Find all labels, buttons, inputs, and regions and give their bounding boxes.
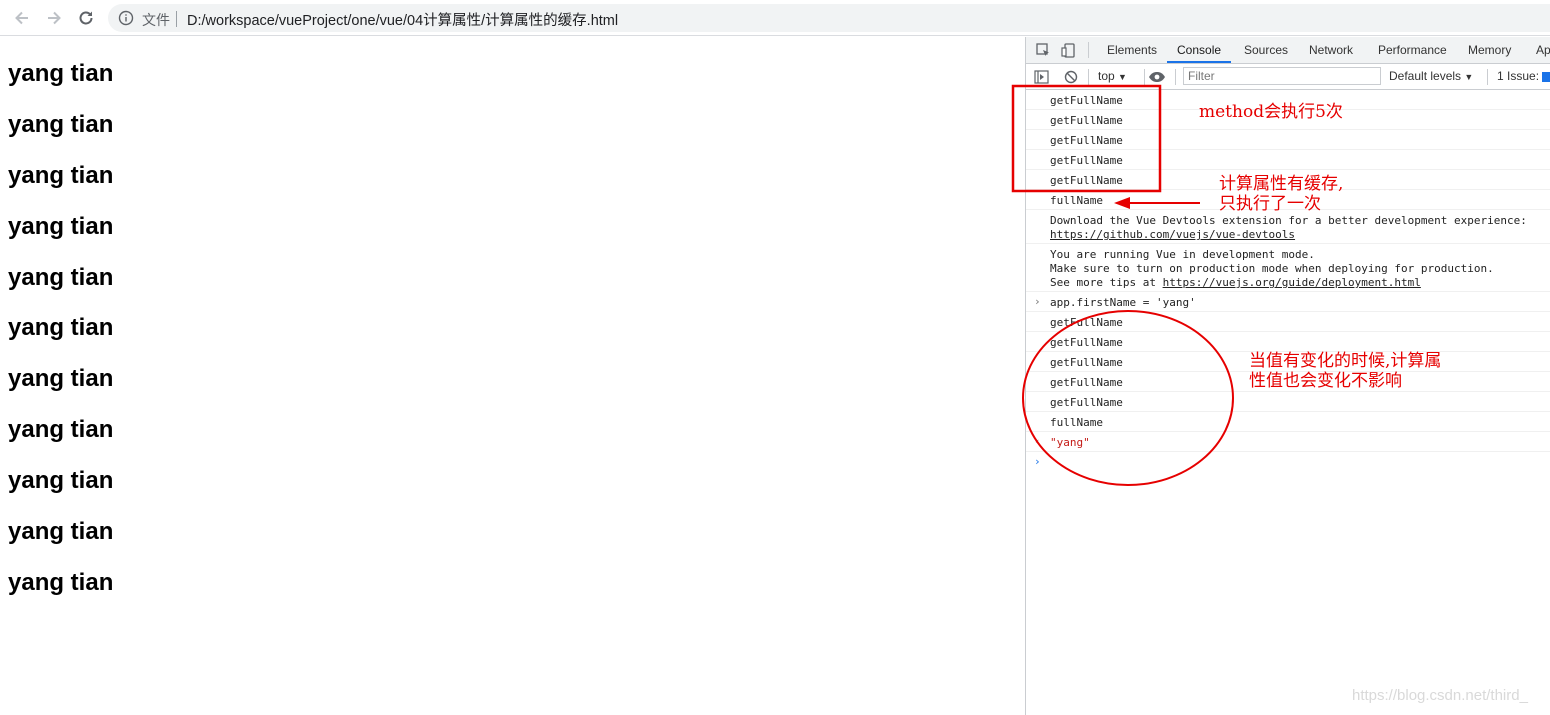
method-annotation: method会执行5次 [1199,102,1343,122]
log-text: getFullName [1050,316,1123,329]
name-heading: yang tian [8,518,114,545]
deployment-link[interactable]: https://vuejs.org/guide/deployment.html [1163,276,1421,289]
log-text: getFullName [1050,396,1123,409]
tab-memory[interactable]: Memory [1468,37,1511,63]
console-log-row: fullName [1026,412,1550,432]
context-selector[interactable]: top ▼ [1098,69,1127,83]
dev-mode-message: See more tips at [1050,276,1163,289]
log-text: getFullName [1050,356,1123,369]
sidebar-toggle-icon[interactable] [1034,70,1049,84]
name-heading: yang tian [8,111,114,138]
devtools-tab-bar: Elements Console Sources Network Perform… [1026,37,1550,64]
computed-annotation: 计算属性有缓存, 只执行了一次 [1219,174,1343,214]
info-icon[interactable] [118,10,134,26]
tab-performance[interactable]: Performance [1378,37,1447,63]
inspect-element-icon[interactable] [1036,43,1051,58]
log-text: getFullName [1050,376,1123,389]
dropdown-triangle-icon: ▼ [1464,72,1474,82]
console-log-row: getFullName [1026,150,1550,170]
filter-input[interactable] [1183,67,1381,85]
toolbar-divider [1088,69,1089,85]
input-command: app.firstName = 'yang' [1050,296,1196,309]
log-levels-label: Default levels [1389,69,1462,83]
console-info-row: You are running Vue in development mode.… [1026,244,1550,292]
name-heading: yang tian [8,467,114,494]
address-divider [176,11,177,27]
issues-label: 1 Issue: [1497,69,1540,83]
back-button[interactable] [11,7,33,29]
tab-application[interactable]: Ap [1536,37,1550,63]
dropdown-triangle-icon: ▼ [1118,72,1127,82]
dev-mode-message: You are running Vue in development mode. [1050,248,1315,261]
devtools-message: Download the Vue Devtools extension for … [1050,214,1527,227]
address-bar[interactable]: 文件 D:/workspace/vueProject/one/vue/04计算属… [108,4,1550,32]
computed-annotation-line: 计算属性有缓存, [1219,174,1344,194]
toolbar-divider [1175,69,1176,85]
name-heading: yang tian [8,314,114,341]
tab-network[interactable]: Network [1309,37,1353,63]
name-heading: yang tian [8,264,114,291]
result-chevron-icon: ‹ [1034,435,1041,448]
reload-icon [79,11,93,25]
tab-console[interactable]: Console [1167,37,1232,63]
issues-button[interactable]: 1 Issue: [1497,69,1550,83]
watermark: https://blog.csdn.net/third_ [1352,687,1528,704]
log-text: fullName [1050,194,1103,207]
url-text[interactable]: D:/workspace/vueProject/one/vue/04计算属性/计… [187,9,618,30]
change-annotation-line: 当值有变化的时候,计算属 [1249,351,1442,371]
console-log-row: getFullName [1026,392,1550,412]
name-heading: yang tian [8,162,114,189]
console-prompt[interactable]: › [1026,452,1550,472]
arrow-right-icon [48,11,61,25]
devtools-link[interactable]: https://github.com/vuejs/vue-devtools [1050,228,1295,241]
log-text: getFullName [1050,154,1123,167]
log-text: fullName [1050,416,1103,429]
log-text: getFullName [1050,94,1123,107]
input-chevron-icon: › [1034,295,1041,308]
page-content: yang tian yang tian yang tian yang tian … [0,37,1025,715]
name-heading: yang tian [8,60,114,87]
console-toolbar: top ▼ Default levels ▼ 1 Issue: [1026,64,1550,90]
device-toolbar-icon[interactable] [1061,43,1076,58]
browser-toolbar: 文件 D:/workspace/vueProject/one/vue/04计算属… [0,0,1550,36]
console-info-row: Download the Vue Devtools extension for … [1026,210,1550,244]
name-heading: yang tian [8,569,114,596]
change-annotation: 当值有变化的时候,计算属 性值也会变化不影响 [1249,351,1441,391]
security-label: 文件 [142,12,170,28]
issue-flag-icon [1542,71,1550,82]
console-result-row: ‹ "yang" [1026,432,1550,452]
forward-button[interactable] [43,7,65,29]
clear-console-icon[interactable] [1064,70,1078,84]
toolbar-divider [1487,69,1488,85]
tab-elements[interactable]: Elements [1107,37,1157,63]
eye-icon[interactable] [1148,71,1166,83]
log-text: getFullName [1050,134,1123,147]
dev-mode-message: Make sure to turn on production mode whe… [1050,262,1494,275]
log-levels-dropdown[interactable]: Default levels ▼ [1389,69,1473,83]
toolbar-divider [1144,69,1145,85]
log-text: getFullName [1050,114,1123,127]
toolbar-divider [1088,42,1089,58]
console-log-row: getFullName [1026,130,1550,150]
arrow-left-icon [15,11,28,25]
log-text: getFullName [1050,174,1123,187]
result-value: "yang" [1050,436,1090,449]
name-heading: yang tian [8,416,114,443]
context-value: top [1098,69,1115,83]
name-heading: yang tian [8,365,114,392]
prompt-chevron-icon: › [1034,455,1041,468]
reload-button[interactable] [75,7,97,29]
tab-sources[interactable]: Sources [1244,37,1288,63]
computed-annotation-line: 只执行了一次 [1219,194,1321,214]
console-log-row: getFullName [1026,312,1550,332]
console-input-row: › app.firstName = 'yang' [1026,292,1550,312]
name-heading: yang tian [8,213,114,240]
console-log-row: getFullName [1026,332,1550,352]
change-annotation-line: 性值也会变化不影响 [1249,371,1402,391]
log-text: getFullName [1050,336,1123,349]
